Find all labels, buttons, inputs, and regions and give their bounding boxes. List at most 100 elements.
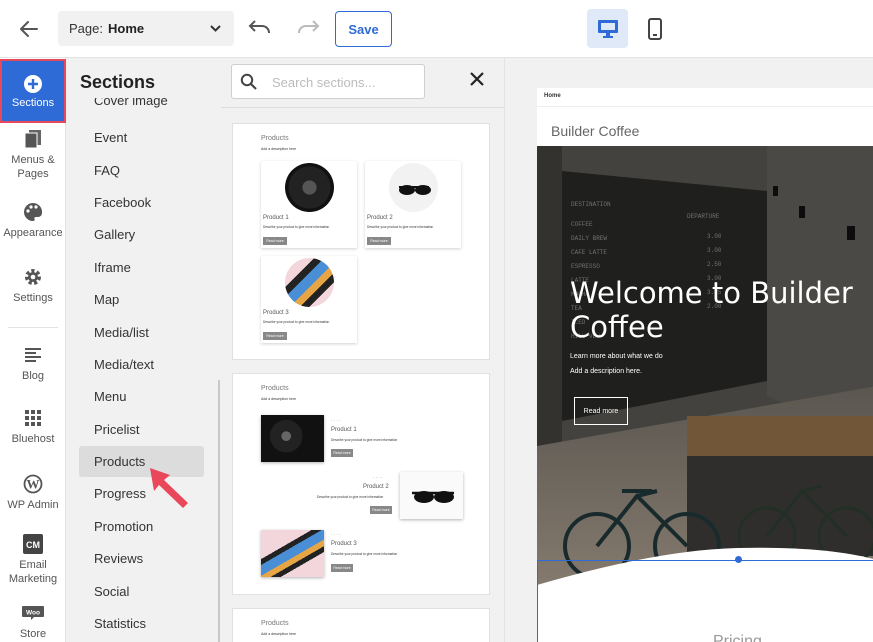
hero-title-line2: Coffee	[570, 310, 664, 344]
sections-title: Sections	[80, 72, 156, 92]
palette-icon	[23, 201, 43, 223]
product-read-more: Read more	[331, 564, 353, 572]
section-item-cover-image[interactable]: Cover image	[79, 98, 204, 108]
sections-list: Cover image Event FAQ Facebook Gallery I…	[79, 98, 204, 642]
product-desc: Describe your product to give more infor…	[331, 552, 398, 556]
cm-icon: CM	[23, 533, 43, 555]
product-desc: Describe your product to give more infor…	[263, 320, 330, 324]
product-tile: Product 1 Describe your product to give …	[261, 161, 357, 248]
section-item-event[interactable]: Event	[79, 122, 204, 153]
section-template-card-products-grid[interactable]: Products Add a description here Product …	[232, 123, 490, 360]
nav-settings[interactable]: Settings	[0, 266, 66, 305]
page-selector[interactable]: Page: Home	[58, 11, 234, 46]
nav-sections-label: Sections	[11, 96, 55, 109]
product-image	[261, 530, 324, 577]
mobile-view-button[interactable]	[640, 9, 670, 48]
product-tile: Product 2 Describe your product to give …	[365, 161, 461, 248]
search-sections-input[interactable]	[272, 72, 417, 92]
back-button[interactable]	[16, 16, 42, 42]
phone-icon	[648, 17, 662, 40]
section-item-pricelist[interactable]: Pricelist	[79, 414, 204, 445]
nav-menus-pages[interactable]: Menus & Pages	[0, 128, 66, 181]
sections-panel: Sections Cover image Event FAQ Facebook …	[66, 58, 221, 642]
product-image	[389, 163, 438, 212]
product-read-more: Read more	[331, 449, 353, 457]
chevron-down-icon	[210, 25, 221, 32]
section-item-menu[interactable]: Menu	[79, 381, 204, 412]
site-nav-home[interactable]: Home	[544, 93, 561, 99]
nav-store[interactable]: Woo Store	[0, 602, 66, 641]
woo-icon: Woo	[21, 602, 45, 624]
section-item-reviews[interactable]: Reviews	[79, 543, 204, 574]
section-insert-handle[interactable]	[735, 556, 742, 563]
section-item-map[interactable]: Map	[79, 284, 204, 315]
product-name: Product 1	[331, 427, 357, 433]
card-subtitle: Add a description here	[261, 632, 297, 636]
section-item-gallery[interactable]: Gallery	[79, 219, 204, 250]
product-dots: ····	[331, 532, 342, 538]
nav-settings-label: Settings	[13, 292, 53, 304]
section-item-iframe[interactable]: Iframe	[79, 252, 204, 283]
pointer-arrow-icon	[150, 468, 188, 508]
section-selection-outline[interactable]	[537, 560, 873, 642]
sections-scrollbar[interactable]	[218, 380, 220, 642]
section-item-promotion[interactable]: Promotion	[79, 511, 204, 542]
desktop-view-button[interactable]	[587, 9, 628, 48]
svg-text:Woo: Woo	[26, 610, 40, 617]
section-item-social[interactable]: Social	[79, 576, 204, 607]
card-title: Products	[261, 620, 289, 627]
product-name: Product 3	[331, 541, 357, 547]
blog-icon	[24, 344, 42, 366]
product-image	[285, 163, 334, 212]
hero-section[interactable]: DESTINATION DEPARTURE COFFEE DAILY BREW CAF…	[537, 146, 873, 590]
product-read-more: Read more	[263, 332, 287, 340]
site-brand[interactable]: Builder Coffee	[551, 123, 639, 139]
product-desc: Describe your product to give more infor…	[331, 438, 398, 442]
section-template-card-products-3[interactable]: Products Add a description here	[232, 608, 490, 642]
redo-button[interactable]	[296, 17, 320, 42]
section-preview-panel: Products Add a description here Product …	[221, 58, 505, 642]
arrow-left-icon	[20, 21, 38, 37]
redo-icon	[298, 20, 320, 34]
hero-title-line1: Welcome to Builder	[570, 276, 853, 310]
nav-sections[interactable]: Sections	[0, 59, 66, 123]
search-sections-box[interactable]	[231, 64, 425, 99]
nav-store-label: Store	[19, 628, 47, 640]
product-name: Product 2	[367, 215, 393, 221]
nav-wp-admin[interactable]: W WP Admin	[0, 473, 66, 512]
section-item-media-list[interactable]: Media/list	[79, 317, 204, 348]
top-toolbar: Page: Home Save	[0, 0, 873, 58]
page-selector-label: Page:	[69, 21, 103, 36]
search-icon	[240, 73, 257, 90]
product-image	[400, 472, 463, 519]
undo-button[interactable]	[248, 17, 272, 42]
product-image	[285, 258, 334, 307]
product-name: Product 2	[363, 484, 389, 490]
gear-icon	[23, 266, 43, 288]
section-item-facebook[interactable]: Facebook	[79, 187, 204, 218]
section-item-statistics[interactable]: Statistics	[79, 608, 204, 639]
close-panel-button[interactable]	[469, 71, 485, 92]
nav-bluehost[interactable]: Bluehost	[0, 407, 66, 446]
nav-appearance[interactable]: Appearance	[0, 201, 66, 240]
hero-read-more-button[interactable]: Read more	[574, 397, 628, 425]
nav-blog[interactable]: Blog	[0, 344, 66, 383]
card-subtitle: Add a description here	[261, 147, 297, 151]
svg-text:W: W	[27, 477, 40, 492]
nav-divider	[8, 327, 58, 328]
nav-wp-admin-label: WP Admin	[7, 499, 59, 511]
site-page: Home Builder Coffee DESTINATION DEPARTURE…	[537, 88, 873, 642]
desktop-icon	[597, 19, 618, 38]
product-dots: ····	[331, 418, 342, 424]
svg-text:CM: CM	[26, 540, 40, 550]
product-desc: Describe your product to give more infor…	[317, 495, 384, 499]
nav-email-marketing[interactable]: CM Email Marketing	[0, 533, 66, 586]
section-item-media-text[interactable]: Media/text	[79, 349, 204, 380]
section-item-faq[interactable]: FAQ	[79, 155, 204, 186]
nav-appearance-label: Appearance	[3, 227, 63, 239]
product-tile: Product 3 Describe your product to give …	[261, 256, 357, 343]
save-button[interactable]: Save	[335, 11, 392, 47]
nav-blog-label: Blog	[21, 370, 45, 382]
section-template-card-products-list[interactable]: Products Add a description here ···· Pro…	[232, 373, 490, 595]
card-title: Products	[261, 385, 289, 392]
